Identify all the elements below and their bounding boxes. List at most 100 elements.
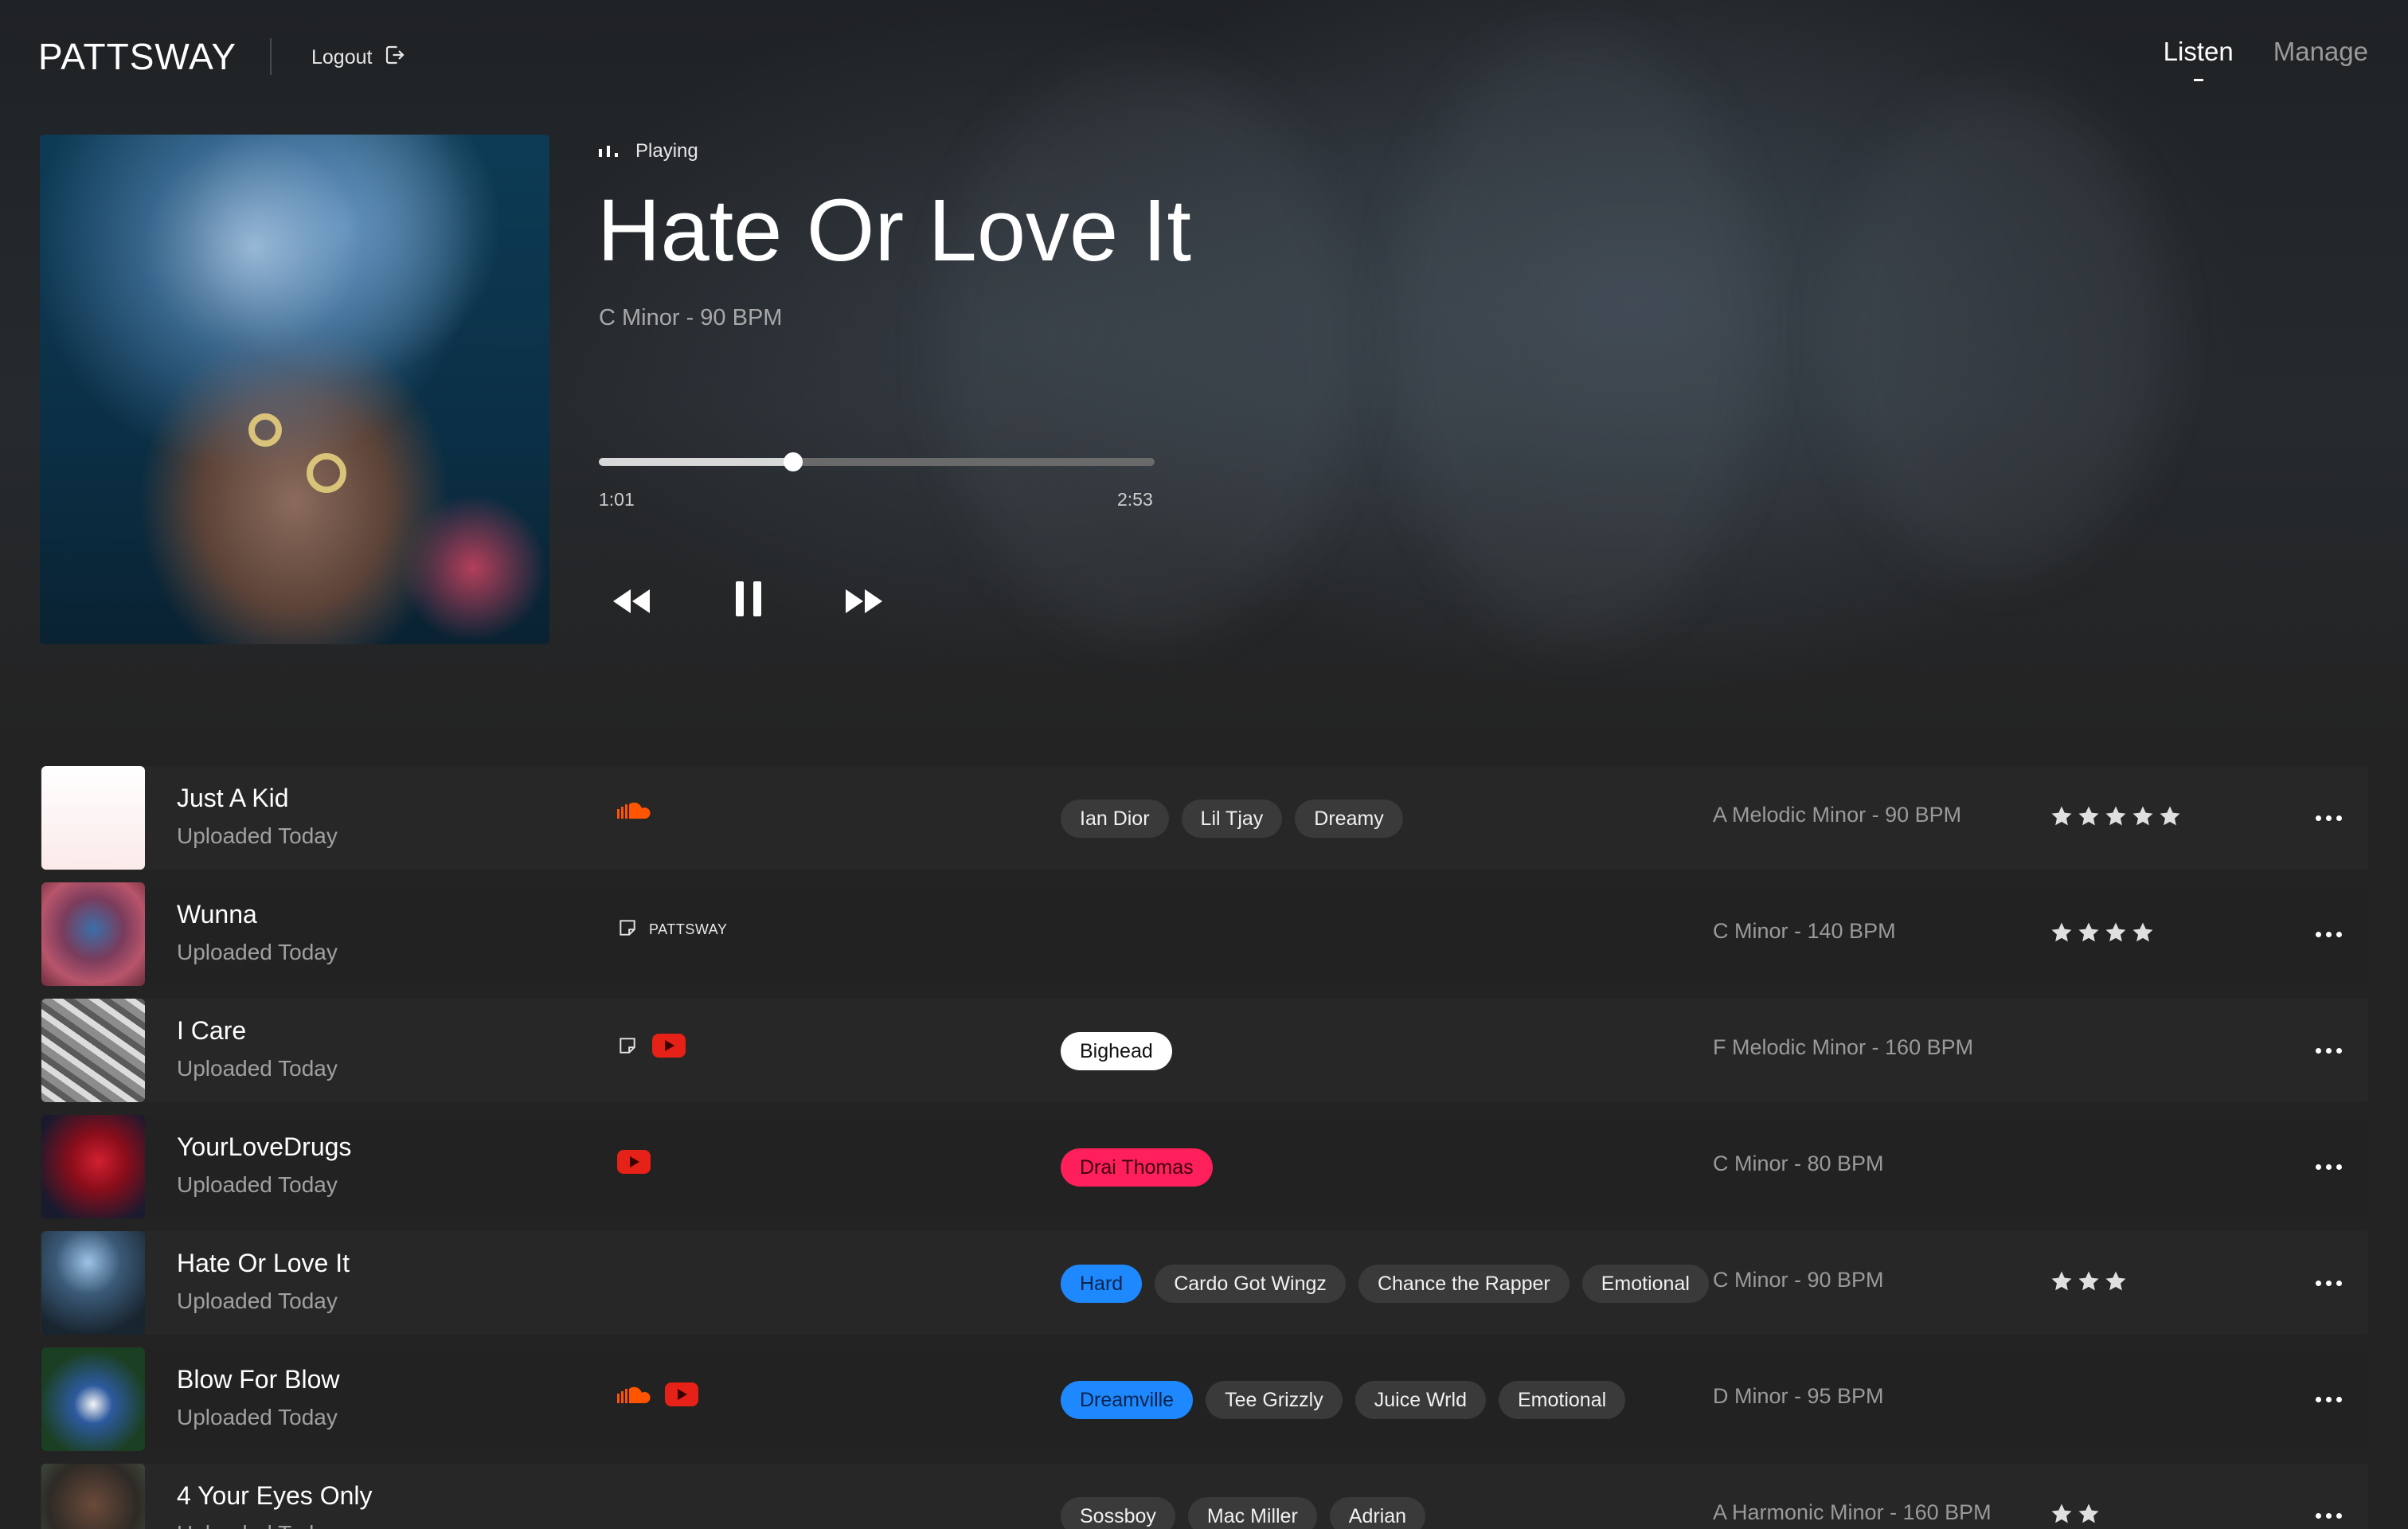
more-options-button[interactable] bbox=[2316, 1038, 2347, 1062]
more-dot-icon bbox=[2326, 1512, 2332, 1519]
youtube-icon[interactable] bbox=[665, 1382, 698, 1410]
track-tags: Drai Thomas bbox=[1061, 1148, 1213, 1187]
track-artwork[interactable] bbox=[41, 1231, 145, 1335]
seek-handle[interactable] bbox=[784, 452, 803, 471]
tag-chip[interactable]: Dreamville bbox=[1061, 1381, 1194, 1419]
more-options-button[interactable] bbox=[2316, 922, 2347, 946]
tag-chip[interactable]: Adrian bbox=[1329, 1497, 1426, 1529]
more-dot-icon bbox=[2336, 1163, 2342, 1170]
note-icon[interactable] bbox=[617, 917, 638, 942]
tag-chip[interactable]: Juice Wrld bbox=[1354, 1381, 1486, 1419]
more-options-button[interactable] bbox=[2316, 1271, 2347, 1295]
star-icon[interactable] bbox=[2104, 1269, 2128, 1297]
track-title[interactable]: I Care bbox=[177, 1016, 246, 1046]
star-icon[interactable] bbox=[2077, 1502, 2101, 1529]
star-icon[interactable] bbox=[2077, 1269, 2101, 1297]
tag-chip[interactable]: Mac Miller bbox=[1187, 1497, 1317, 1529]
track-sources bbox=[617, 1150, 651, 1178]
track-row[interactable]: 4 Your Eyes Only Uploaded Today Sossboy Mac… bbox=[40, 1464, 2368, 1529]
pause-button[interactable] bbox=[736, 581, 763, 620]
tab-manage[interactable]: Manage bbox=[2273, 37, 2368, 67]
track-upload-date: Uploaded Today bbox=[177, 1056, 338, 1081]
brand-logo[interactable]: PATTSWAY bbox=[38, 35, 236, 78]
track-artwork[interactable] bbox=[41, 1115, 145, 1218]
more-options-button[interactable] bbox=[2316, 1387, 2347, 1411]
track-key-bpm: C Minor - 140 BPM bbox=[1713, 919, 1896, 943]
track-rating bbox=[2050, 1269, 2128, 1297]
tag-chip[interactable]: Hard bbox=[1061, 1265, 1143, 1303]
pause-icon bbox=[736, 581, 761, 616]
track-row[interactable]: Just A Kid Uploaded Today Ian Dior Lil Tjay… bbox=[40, 766, 2368, 870]
now-playing-title: Hate Or Love It bbox=[597, 182, 1191, 280]
track-key-bpm: A Melodic Minor - 90 BPM bbox=[1713, 803, 1962, 827]
star-icon[interactable] bbox=[2050, 804, 2074, 832]
star-icon[interactable] bbox=[2104, 921, 2128, 948]
more-dot-icon bbox=[2336, 1512, 2342, 1519]
tag-chip[interactable]: Chance the Rapper bbox=[1358, 1265, 1570, 1303]
rewind-icon bbox=[613, 589, 650, 613]
track-row[interactable]: Blow For Blow Uploaded Today Dreamville Tee… bbox=[40, 1347, 2368, 1451]
track-title[interactable]: Just A Kid bbox=[177, 784, 289, 813]
tag-chip[interactable]: Bighead bbox=[1061, 1032, 1172, 1070]
track-title[interactable]: Hate Or Love It bbox=[177, 1249, 350, 1278]
star-icon[interactable] bbox=[2050, 1502, 2074, 1529]
tag-chip[interactable]: Tee Grizzly bbox=[1206, 1381, 1343, 1419]
more-dot-icon bbox=[2316, 1396, 2321, 1402]
youtube-icon[interactable] bbox=[617, 1150, 651, 1178]
track-row[interactable]: Wunna Uploaded Today PATTSWAY C Minor - 140… bbox=[40, 882, 2368, 986]
star-icon[interactable] bbox=[2104, 804, 2128, 832]
track-title[interactable]: 4 Your Eyes Only bbox=[177, 1481, 372, 1511]
star-icon[interactable] bbox=[2050, 921, 2074, 948]
now-playing-key-bpm: C Minor - 90 BPM bbox=[599, 305, 783, 330]
track-artwork[interactable] bbox=[41, 882, 145, 986]
fast-forward-icon bbox=[846, 589, 882, 613]
track-row[interactable]: I Care Uploaded Today Bighead F Melodic Min… bbox=[40, 999, 2368, 1102]
soundcloud-icon[interactable] bbox=[617, 801, 651, 823]
track-artwork[interactable] bbox=[41, 999, 145, 1102]
note-icon[interactable] bbox=[617, 1035, 638, 1060]
rewind-button[interactable] bbox=[613, 589, 650, 617]
more-options-button[interactable] bbox=[2316, 1504, 2347, 1527]
track-row[interactable]: Hate Or Love It Uploaded Today Hard Cardo G… bbox=[40, 1231, 2368, 1335]
track-title[interactable]: Blow For Blow bbox=[177, 1365, 340, 1394]
star-icon[interactable] bbox=[2077, 921, 2101, 948]
seek-bar[interactable] bbox=[599, 452, 1155, 471]
seek-bar-fill bbox=[599, 458, 794, 466]
star-icon[interactable] bbox=[2131, 921, 2155, 948]
more-dot-icon bbox=[2326, 815, 2332, 821]
star-icon[interactable] bbox=[2050, 1269, 2074, 1297]
track-row[interactable]: YourLoveDrugs Uploaded Today Drai Thomas C … bbox=[40, 1115, 2368, 1218]
star-icon[interactable] bbox=[2077, 804, 2101, 832]
track-artwork[interactable] bbox=[41, 1464, 145, 1529]
fast-forward-button[interactable] bbox=[846, 589, 882, 617]
more-options-button[interactable] bbox=[2316, 806, 2347, 830]
youtube-icon[interactable] bbox=[652, 1034, 686, 1062]
tag-chip[interactable]: Dreamy bbox=[1295, 800, 1403, 838]
soundcloud-icon[interactable] bbox=[617, 1386, 651, 1407]
total-duration: 2:53 bbox=[1117, 489, 1153, 510]
track-artwork[interactable] bbox=[41, 1347, 145, 1451]
tag-chip[interactable]: Drai Thomas bbox=[1061, 1148, 1213, 1187]
tag-chip[interactable]: Ian Dior bbox=[1061, 800, 1169, 838]
star-icon[interactable] bbox=[2158, 804, 2182, 832]
tag-chip[interactable]: Emotional bbox=[1581, 1265, 1709, 1303]
logout-button[interactable]: Logout bbox=[311, 43, 407, 72]
track-key-bpm: A Harmonic Minor - 160 BPM bbox=[1713, 1500, 1992, 1524]
star-icon[interactable] bbox=[2131, 804, 2155, 832]
more-dot-icon bbox=[2316, 1163, 2321, 1170]
tab-listen[interactable]: Listen bbox=[2164, 37, 2234, 67]
tag-chip[interactable]: Cardo Got Wingz bbox=[1155, 1265, 1346, 1303]
more-options-button[interactable] bbox=[2316, 1155, 2347, 1179]
tag-chip[interactable]: Sossboy bbox=[1061, 1497, 1175, 1529]
more-dot-icon bbox=[2336, 1396, 2342, 1402]
tag-chip[interactable]: Emotional bbox=[1498, 1381, 1626, 1419]
track-title[interactable]: YourLoveDrugs bbox=[177, 1132, 351, 1162]
more-dot-icon bbox=[2336, 1047, 2342, 1054]
track-artwork[interactable] bbox=[41, 766, 145, 870]
track-tags: Ian Dior Lil Tjay Dreamy bbox=[1061, 800, 1403, 838]
track-upload-date: Uploaded Today bbox=[177, 1172, 338, 1197]
track-key-bpm: C Minor - 90 BPM bbox=[1713, 1268, 1884, 1292]
track-tags: Sossboy Mac Miller Adrian bbox=[1061, 1497, 1426, 1529]
track-title[interactable]: Wunna bbox=[177, 900, 257, 929]
tag-chip[interactable]: Lil Tjay bbox=[1181, 800, 1283, 838]
